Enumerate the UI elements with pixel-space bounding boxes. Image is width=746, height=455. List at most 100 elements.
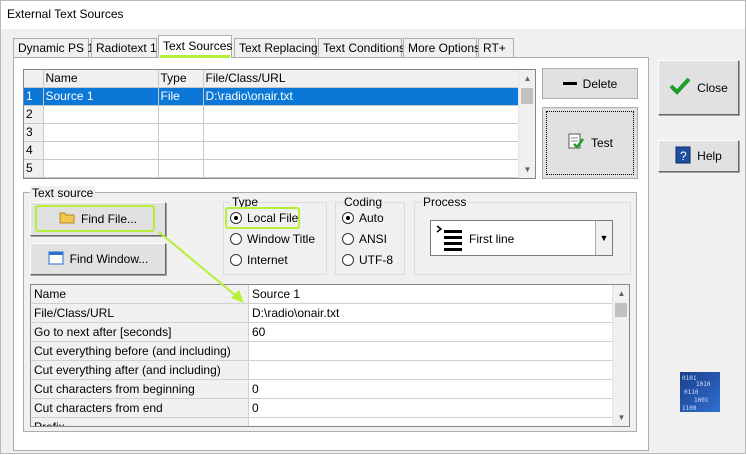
property-name: Cut everything after (and including) (31, 361, 248, 380)
property-row[interactable]: Cut characters from end 0 (31, 399, 613, 418)
property-name: Cut characters from beginning (31, 380, 248, 399)
property-value[interactable] (248, 361, 613, 380)
tab-rt-plus[interactable]: RT+ (478, 38, 514, 57)
text-source-legend: Text source (30, 186, 96, 200)
property-name: Cut characters from end (31, 399, 248, 418)
table-row[interactable]: 4 (24, 141, 519, 160)
property-row[interactable]: Name Source 1 (31, 285, 613, 304)
row-number: 3 (24, 123, 44, 142)
radio-auto[interactable]: Auto (342, 211, 384, 225)
cell-path[interactable] (203, 141, 519, 160)
tab-radiotext-1[interactable]: Radiotext 1 (91, 38, 157, 57)
process-select[interactable]: First line ▼ (430, 220, 613, 256)
radio-label: Auto (359, 211, 384, 225)
cell-type[interactable] (158, 141, 204, 160)
window-icon (48, 251, 64, 268)
cell-path[interactable] (203, 105, 519, 124)
tab-text-replacing[interactable]: Text Replacing (234, 38, 318, 57)
tab-label: RT+ (483, 41, 506, 55)
row-number: 5 (24, 159, 44, 178)
test-button[interactable]: Test (542, 107, 638, 179)
tab-label: Text Replacing (239, 41, 318, 55)
radio-selected-icon (342, 212, 354, 224)
radio-utf8[interactable]: UTF-8 (342, 253, 393, 267)
tab-more-options[interactable]: More Options (403, 38, 480, 57)
radio-label: Internet (247, 253, 288, 267)
cell-name[interactable] (43, 123, 159, 142)
test-icon (567, 133, 585, 154)
radio-window-title[interactable]: Window Title (230, 232, 315, 246)
checkmark-icon (669, 76, 691, 99)
property-value[interactable] (248, 342, 613, 361)
cell-type[interactable] (158, 123, 204, 142)
table-row[interactable]: 1 Source 1 File D:\radio\onair.txt (24, 87, 519, 106)
help-button[interactable]: ? Help (658, 140, 739, 172)
property-name: Prefix (31, 418, 248, 426)
scroll-down-icon[interactable]: ▼ (519, 161, 535, 178)
tab-label: Radiotext 1 (96, 41, 157, 55)
tab-text-conditions[interactable]: Text Conditions (318, 38, 405, 57)
property-value[interactable]: 0 (248, 399, 613, 418)
cell-path[interactable] (203, 123, 519, 142)
tab-dynamic-ps-1[interactable]: Dynamic PS 1 (13, 38, 94, 57)
cell-name[interactable]: Source 1 (43, 87, 159, 106)
property-name: File/Class/URL (31, 304, 248, 323)
properties-scrollbar[interactable]: ▲ ▼ (612, 285, 629, 426)
scroll-thumb[interactable] (521, 88, 533, 104)
scroll-down-icon[interactable]: ▼ (613, 409, 629, 426)
property-value[interactable]: D:\radio\onair.txt (248, 304, 613, 323)
table-row[interactable]: 2 (24, 105, 519, 124)
scroll-thumb[interactable] (615, 303, 627, 317)
cell-type[interactable]: File (158, 87, 204, 106)
cell-name[interactable] (43, 141, 159, 160)
radio-unselected-icon (230, 233, 242, 245)
scroll-up-icon[interactable]: ▲ (519, 70, 535, 87)
find-window-button[interactable]: Find Window... (30, 243, 166, 275)
active-tab-highlight (160, 55, 230, 58)
property-row[interactable]: Cut everything after (and including) (31, 361, 613, 380)
property-row[interactable]: Go to next after [seconds] 60 (31, 323, 613, 342)
row-number: 4 (24, 141, 44, 160)
radio-ansi[interactable]: ANSI (342, 232, 387, 246)
property-name: Go to next after [seconds] (31, 323, 248, 342)
column-header-type[interactable]: Type (158, 70, 204, 88)
column-header-path[interactable]: File/Class/URL (203, 70, 519, 88)
properties-grid[interactable]: Name Source 1 File/Class/URL D:\radio\onai… (30, 284, 630, 427)
column-header-name[interactable]: Name (43, 70, 159, 88)
property-value[interactable] (248, 418, 613, 426)
sources-grid[interactable]: Name Type File/Class/URL 1 Source 1 File… (23, 69, 536, 179)
property-row[interactable]: Prefix (31, 418, 613, 426)
property-value[interactable]: 60 (248, 323, 613, 342)
window-title: External Text Sources (7, 7, 124, 21)
property-row[interactable]: File/Class/URL D:\radio\onair.txt (31, 304, 613, 323)
chevron-down-icon[interactable]: ▼ (595, 221, 612, 255)
radio-internet[interactable]: Internet (230, 253, 288, 267)
property-value[interactable]: Source 1 (248, 285, 613, 304)
close-button[interactable]: Close (658, 60, 739, 115)
property-value[interactable]: 0 (248, 380, 613, 399)
cell-name[interactable] (43, 105, 159, 124)
delete-button[interactable]: Delete (542, 68, 638, 99)
grid-corner (24, 70, 44, 88)
radio-label: UTF-8 (359, 253, 393, 267)
coding-legend: Coding (342, 195, 385, 209)
cell-type[interactable] (158, 105, 204, 124)
cell-path[interactable] (203, 159, 519, 178)
table-row[interactable]: 3 (24, 123, 519, 142)
cell-name[interactable] (43, 159, 159, 178)
cell-path[interactable]: D:\radio\onair.txt (203, 87, 519, 106)
property-row[interactable]: Cut everything before (and including) (31, 342, 613, 361)
find-window-label: Find Window... (69, 252, 149, 266)
local-file-highlight (225, 207, 300, 229)
table-row[interactable]: 5 (24, 159, 519, 178)
grid-scrollbar[interactable]: ▲ ▼ (518, 70, 535, 178)
scroll-up-icon[interactable]: ▲ (613, 285, 629, 302)
svg-text:?: ? (680, 149, 687, 163)
cell-type[interactable] (158, 159, 204, 178)
property-name: Name (31, 285, 248, 304)
property-row[interactable]: Cut characters from beginning 0 (31, 380, 613, 399)
grid-header-row: Name Type File/Class/URL (24, 70, 519, 88)
tab-label: Dynamic PS 1 (18, 41, 95, 55)
sources-table: Name Type File/Class/URL 1 Source 1 File… (24, 70, 519, 178)
svg-text:1001: 1001 (694, 397, 709, 404)
